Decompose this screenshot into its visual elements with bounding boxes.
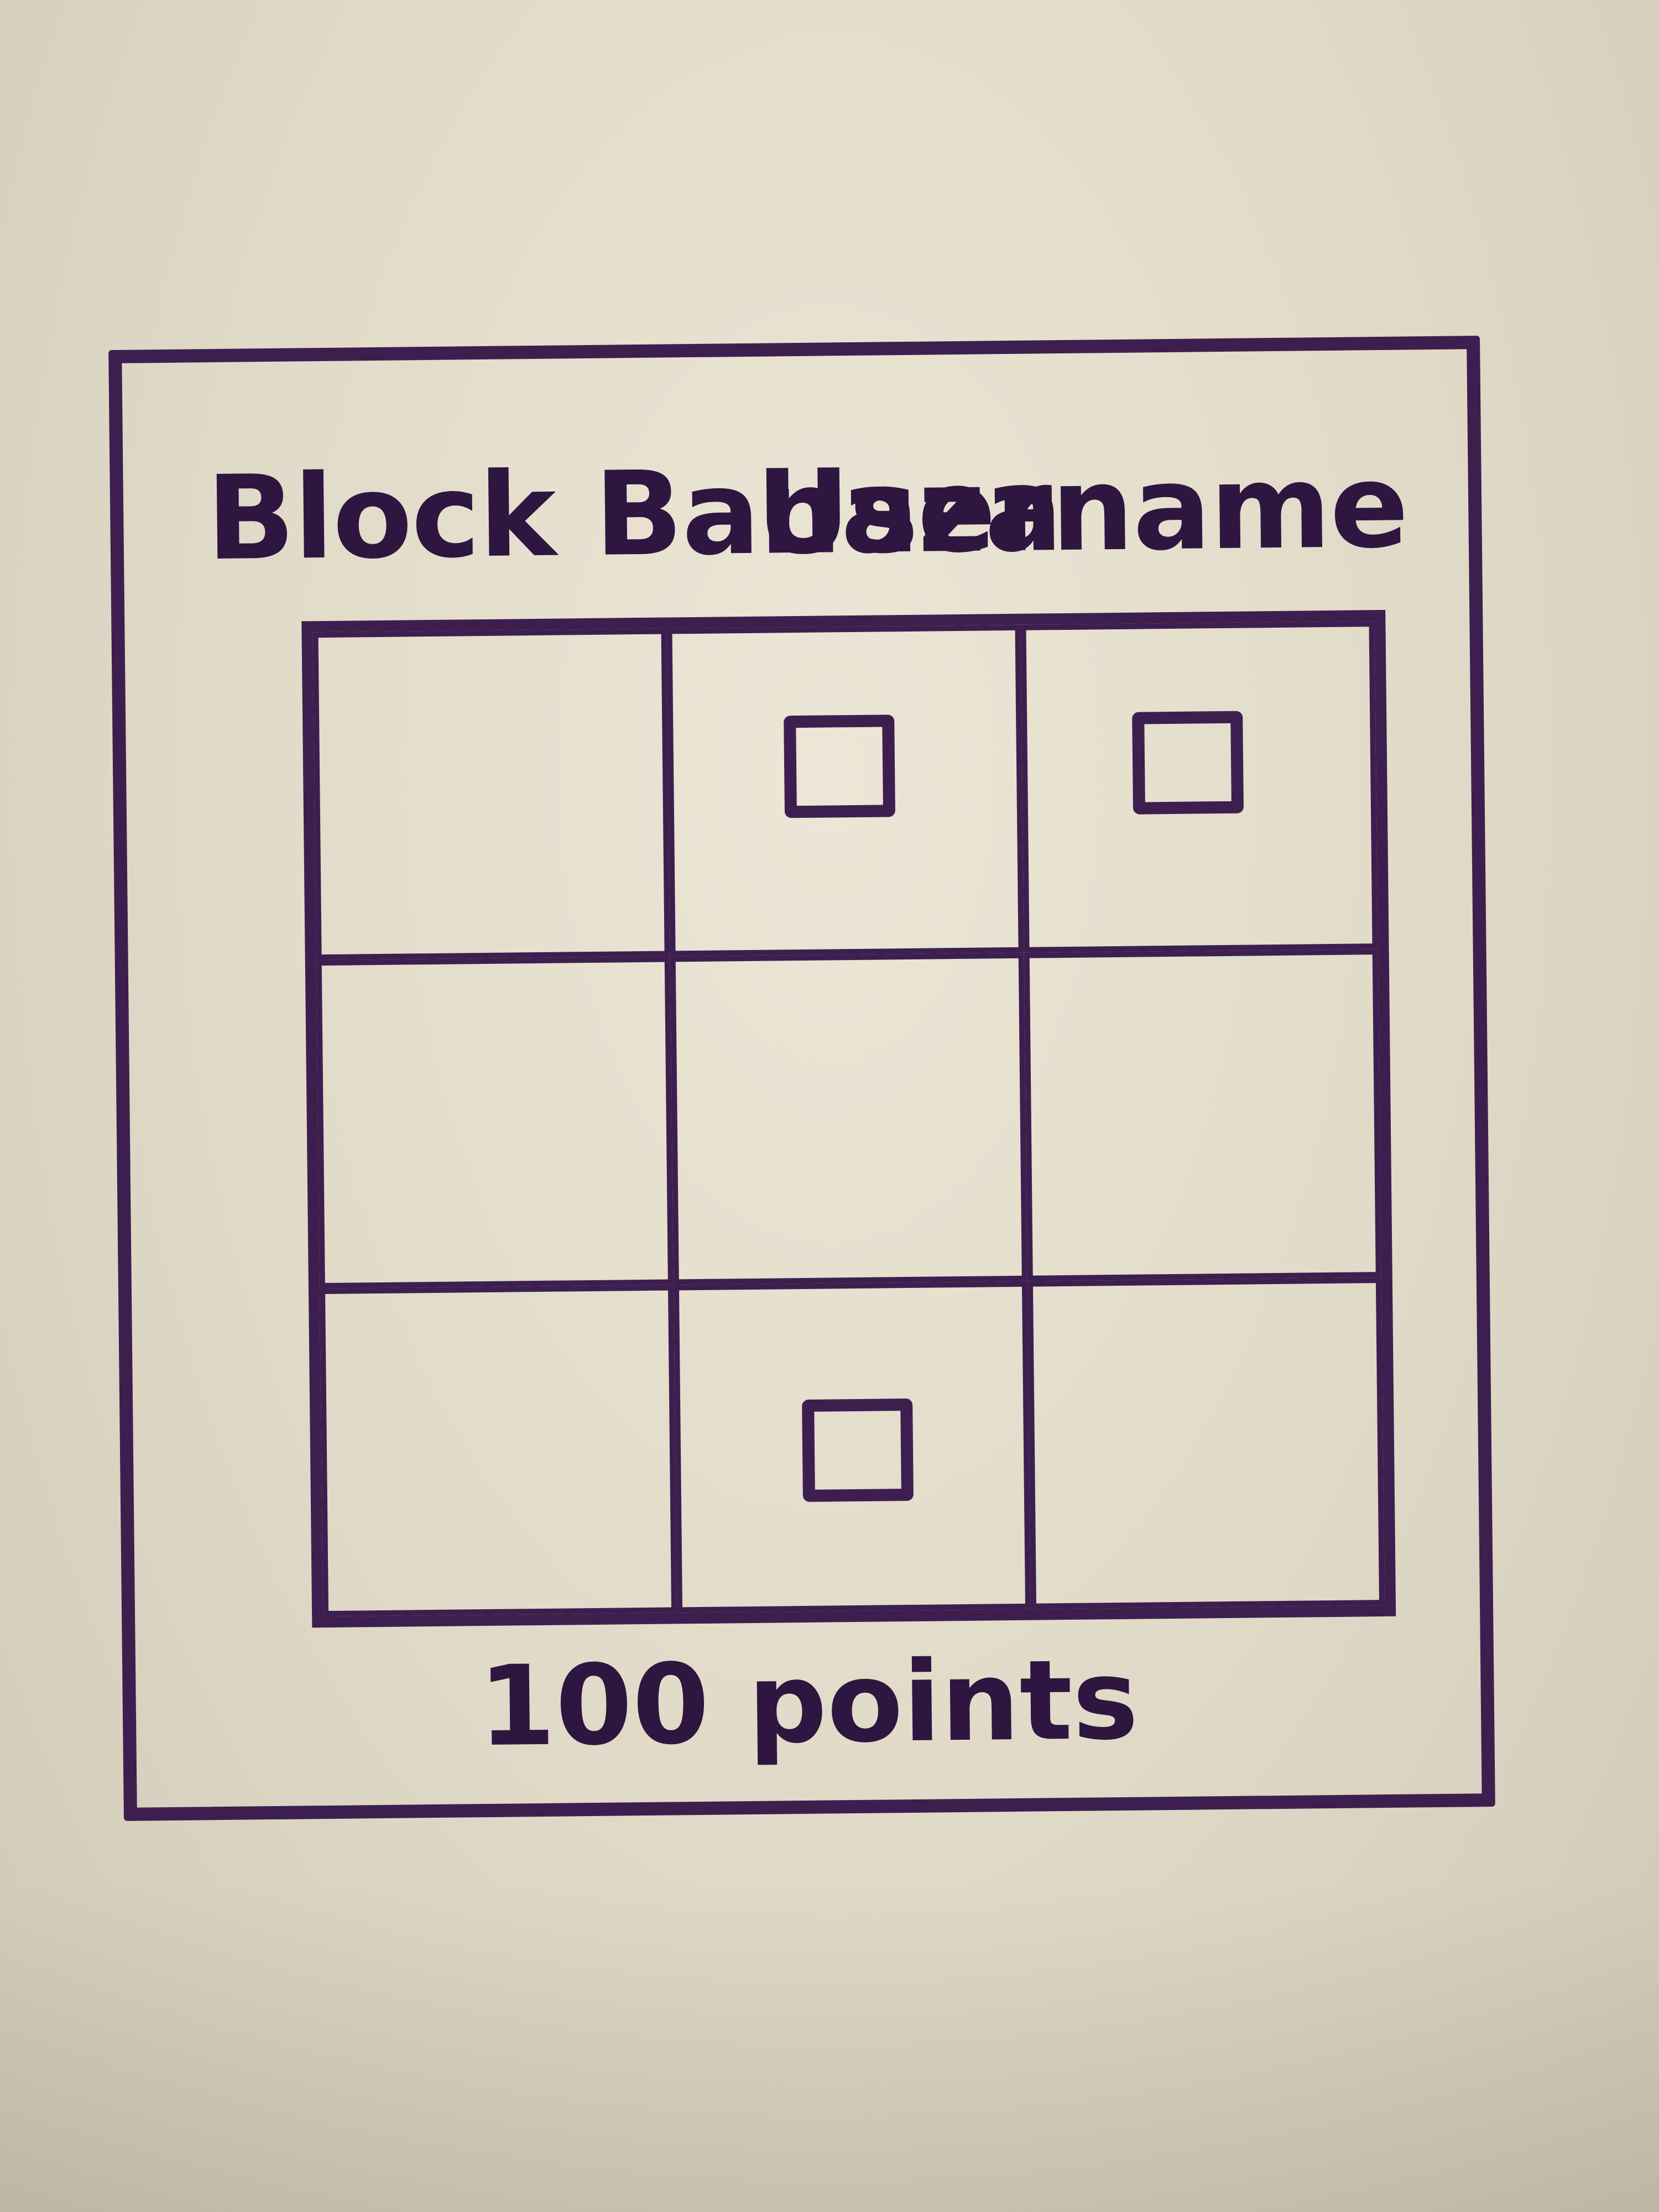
game-grid xyxy=(301,609,1396,1628)
username-label[interactable]: Username xyxy=(755,438,1408,580)
block-icon xyxy=(784,714,896,818)
grid-cell-r2c3[interactable] xyxy=(1024,949,1381,1281)
game-window: Block Banaza Username 100 points xyxy=(108,336,1495,1821)
grid-cell-r3c2[interactable] xyxy=(673,1281,1031,1613)
grid-cell-r2c1[interactable] xyxy=(316,956,674,1288)
grid-cell-r2c2[interactable] xyxy=(670,953,1027,1285)
grid-cell-r1c2[interactable] xyxy=(666,624,1024,957)
score-display: 100 points xyxy=(478,1635,1139,1772)
grid-cell-r1c3[interactable] xyxy=(1020,621,1378,953)
block-icon xyxy=(1132,711,1244,815)
grid-cell-r3c3[interactable] xyxy=(1027,1277,1385,1609)
block-icon xyxy=(802,1398,914,1502)
grid-cell-r3c1[interactable] xyxy=(319,1285,677,1617)
whiteboard-shade xyxy=(0,1880,1659,2212)
grid-cell-r1c1[interactable] xyxy=(312,628,670,961)
